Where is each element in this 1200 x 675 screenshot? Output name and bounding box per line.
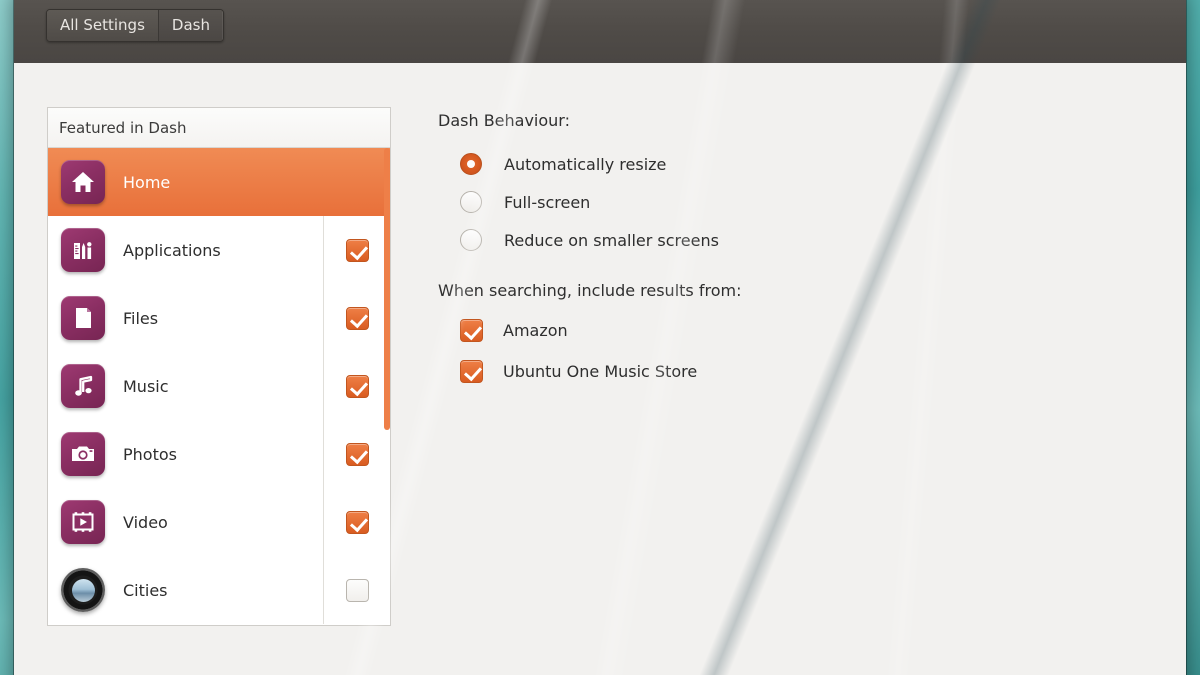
window-titlebar: All Settings Dash: [14, 0, 1186, 63]
checkbox-row-amazon[interactable]: Amazon: [438, 310, 1078, 351]
all-settings-button[interactable]: All Settings: [47, 10, 158, 41]
video-icon-wrap: [57, 488, 109, 556]
dash-tab-button[interactable]: Dash: [157, 10, 223, 41]
list-item-label: Music: [123, 376, 169, 396]
checkbox-label: Amazon: [503, 321, 568, 340]
list-item-photos[interactable]: Photos: [48, 420, 390, 488]
photos-checkbox[interactable]: [345, 442, 369, 466]
video-icon: [61, 500, 105, 544]
radio-row-automatically-resize[interactable]: Automatically resize: [438, 145, 1078, 183]
radio-row-full-screen[interactable]: Full-screen: [438, 183, 1078, 221]
list-item-checkbox-cell: [323, 352, 390, 420]
cities-checkbox[interactable]: [345, 578, 369, 602]
dash-options-pane: Dash Behaviour: Automatically resize Ful…: [438, 111, 1078, 392]
cities-icon-inner: [71, 578, 95, 602]
navigation-toolbar: All Settings Dash: [46, 9, 224, 42]
files-checkbox[interactable]: [345, 306, 369, 330]
music-checkbox[interactable]: [345, 374, 369, 398]
home-icon: [61, 160, 105, 204]
list-item-label: Files: [123, 308, 159, 328]
list-item-files[interactable]: Files: [48, 284, 390, 352]
list-item-label: Cities: [123, 580, 168, 600]
list-item-checkbox-cell: [323, 216, 390, 284]
applications-checkbox[interactable]: [345, 238, 369, 262]
list-item-checkbox-cell: [323, 420, 390, 488]
files-icon-wrap: [57, 284, 109, 352]
files-icon: [61, 296, 105, 340]
radio-label: Reduce on smaller screens: [504, 230, 719, 250]
radio-label: Automatically resize: [504, 154, 667, 174]
list-item-label: Applications: [123, 240, 221, 260]
dash-behaviour-title: Dash Behaviour:: [438, 111, 570, 130]
list-scrollbar[interactable]: [383, 148, 390, 625]
list-item-music[interactable]: Music: [48, 352, 390, 420]
cities-icon: [61, 568, 105, 612]
featured-in-dash-panel: Featured in Dash Home Applications Files…: [47, 107, 391, 626]
list-item-cities[interactable]: Cities: [48, 556, 390, 624]
reduce-on-smaller-screens-radio[interactable]: [460, 229, 482, 251]
music-icon-wrap: [57, 352, 109, 420]
checkbox-label: Ubuntu One Music Store: [503, 362, 698, 381]
list-item-label: Video: [123, 512, 168, 532]
video-checkbox[interactable]: [345, 510, 369, 534]
list-item-checkbox-cell: [323, 488, 390, 556]
cities-icon-wrap: [57, 556, 109, 624]
full-screen-radio[interactable]: [460, 191, 482, 213]
home-icon-wrap: [57, 148, 109, 216]
dash-settings-window: All Settings Dash Featured in Dash Home …: [14, 0, 1186, 675]
applications-icon-wrap: [57, 216, 109, 284]
list-item-label: Home: [123, 172, 171, 192]
photos-icon-wrap: [57, 420, 109, 488]
music-icon: [61, 364, 105, 408]
radio-row-reduce-on-smaller-screens[interactable]: Reduce on smaller screens: [438, 221, 1078, 259]
checkbox-row-ubuntu-one-music-store[interactable]: Ubuntu One Music Store: [438, 351, 1078, 392]
amazon-checkbox[interactable]: [460, 319, 483, 342]
settings-content: Featured in Dash Home Applications Files…: [14, 63, 1186, 675]
list-item-video[interactable]: Video: [48, 488, 390, 556]
list-item-checkbox-cell: [323, 284, 390, 352]
list-item-checkbox-cell: [323, 556, 390, 624]
automatically-resize-radio[interactable]: [460, 153, 482, 175]
applications-icon: [61, 228, 105, 272]
list-item-label: Photos: [123, 444, 177, 464]
ubuntu-one-music-store-checkbox[interactable]: [460, 360, 483, 383]
list-item-applications[interactable]: Applications: [48, 216, 390, 284]
list-header-label: Featured in Dash: [48, 108, 390, 148]
search-results-title: When searching, include results from:: [438, 281, 742, 300]
list-item-home[interactable]: Home: [48, 148, 390, 216]
lens-list: Home Applications Files Music Photos Vid…: [48, 148, 390, 625]
desktop-background: All Settings Dash Featured in Dash Home …: [0, 0, 1200, 675]
photos-icon: [61, 432, 105, 476]
list-scrollbar-thumb[interactable]: [384, 148, 390, 430]
radio-label: Full-screen: [504, 192, 591, 212]
